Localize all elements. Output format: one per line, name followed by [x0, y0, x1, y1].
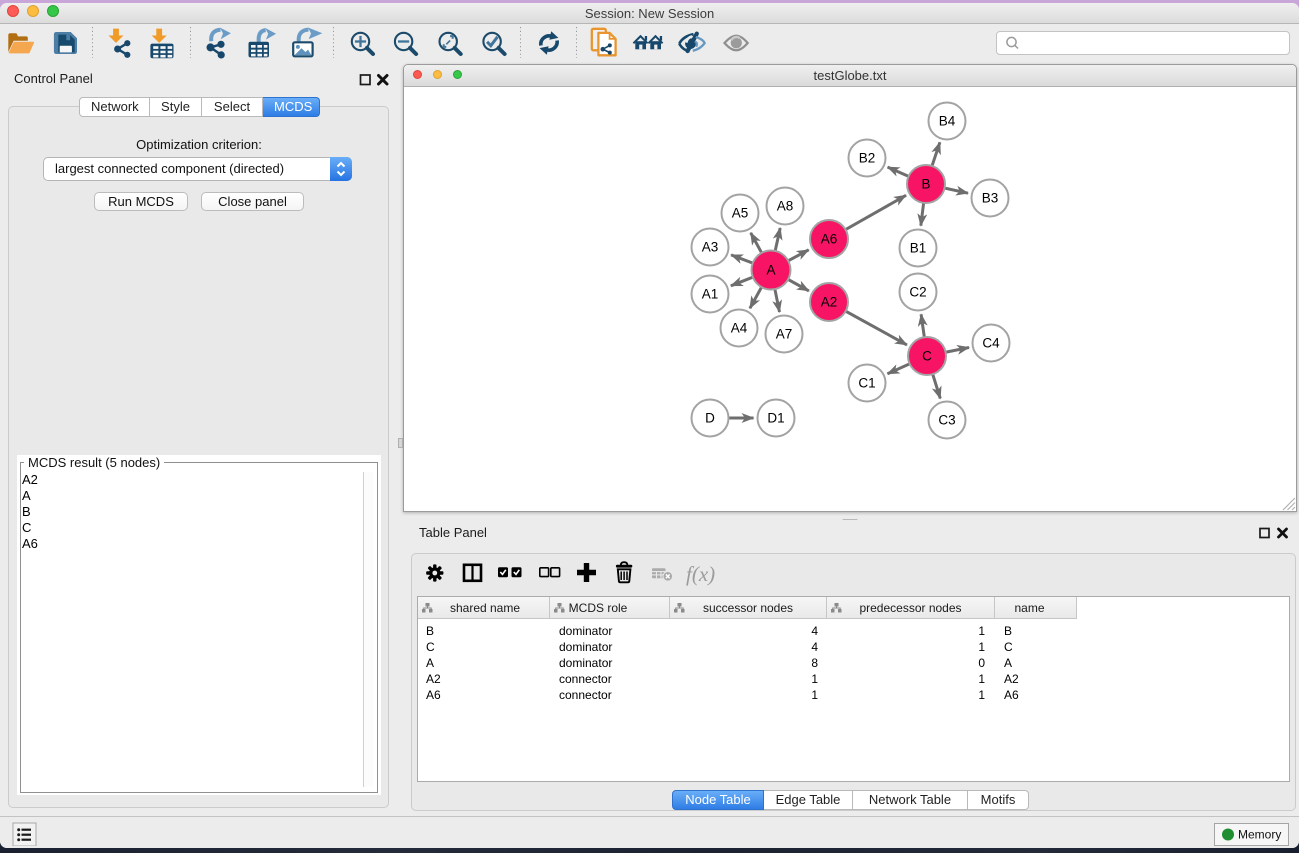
svg-text:A: A — [766, 263, 775, 278]
svg-text:A4: A4 — [731, 321, 748, 336]
svg-text:A3: A3 — [702, 240, 719, 255]
svg-text:f(x): f(x) — [686, 562, 715, 586]
svg-text:B3: B3 — [982, 191, 999, 206]
svg-text:C3: C3 — [938, 413, 955, 428]
svg-text:C2: C2 — [909, 285, 926, 300]
svg-text:D: D — [705, 411, 715, 426]
svg-text:B2: B2 — [859, 151, 876, 166]
svg-text:A1: A1 — [702, 287, 719, 302]
svg-text:C: C — [922, 349, 932, 364]
svg-text:A2: A2 — [821, 295, 838, 310]
svg-text:A8: A8 — [777, 199, 794, 214]
svg-text:C1: C1 — [858, 376, 875, 391]
svg-text:A6: A6 — [821, 232, 838, 247]
svg-text:C4: C4 — [982, 336, 1000, 351]
svg-text:Memory: Memory — [1238, 828, 1281, 842]
svg-text:A5: A5 — [732, 206, 749, 221]
svg-text:B4: B4 — [939, 114, 956, 129]
svg-text:A7: A7 — [776, 327, 793, 342]
svg-text:B1: B1 — [910, 241, 927, 256]
svg-text:B: B — [921, 177, 930, 192]
svg-text:D1: D1 — [767, 411, 784, 426]
